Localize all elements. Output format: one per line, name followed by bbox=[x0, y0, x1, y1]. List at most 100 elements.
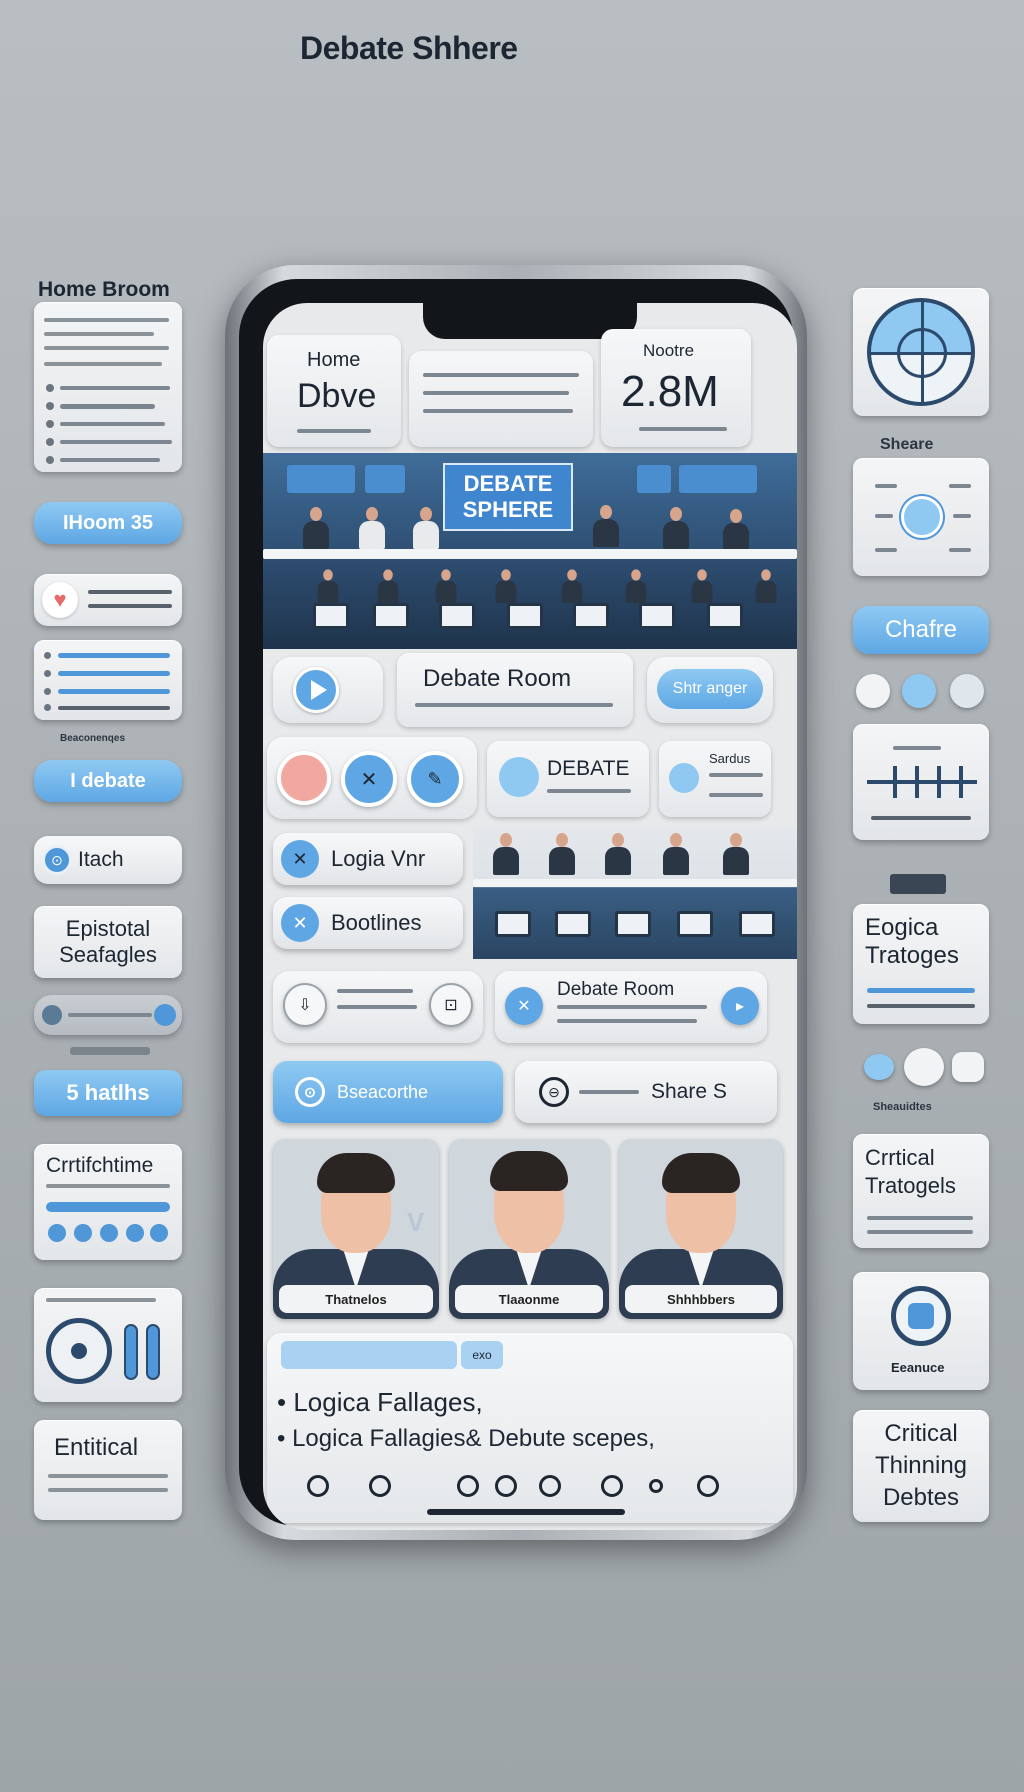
avatar-card-3[interactable]: Shhhbbers bbox=[619, 1139, 783, 1319]
logic-button[interactable]: ✕ Logia Vnr bbox=[273, 833, 463, 885]
left-critical-title: Crrtifchtime bbox=[46, 1154, 154, 1177]
right-camera-card[interactable]: Eeanuce bbox=[853, 1272, 989, 1390]
stat-tile[interactable]: Nootre 2.8M bbox=[601, 329, 751, 447]
debate-card[interactable]: DEBATE bbox=[487, 741, 649, 817]
stat-tile-value: 2.8M bbox=[621, 367, 719, 416]
debate-banner: DEBATE SPHERE bbox=[263, 453, 797, 649]
left-pill-debate[interactable]: I debate bbox=[34, 760, 182, 802]
left-entitical-card[interactable]: Entitical bbox=[34, 1420, 182, 1520]
play-tile[interactable] bbox=[273, 657, 383, 723]
right-label-2: Sheauidtes bbox=[873, 1101, 932, 1113]
right-thinking-card[interactable]: Critical Thinning Debtes bbox=[853, 1410, 989, 1522]
share-pill-tile[interactable]: Shtr anger bbox=[647, 657, 773, 723]
nav-icon-4[interactable] bbox=[495, 1475, 517, 1497]
nav-icon-3[interactable] bbox=[457, 1475, 479, 1497]
right-radar-card[interactable] bbox=[853, 288, 989, 416]
nav-icon-5[interactable] bbox=[539, 1475, 561, 1497]
avatar-card-2[interactable]: Tlaaonme bbox=[449, 1139, 609, 1319]
notes-panel: exo • Logica Fallages, • Logica Fallagie… bbox=[267, 1333, 793, 1523]
home-tile-title: Home bbox=[307, 349, 361, 371]
nav-icon-7[interactable] bbox=[649, 1479, 663, 1493]
mini-control-tile[interactable]: ⇩ ⊡ bbox=[273, 971, 483, 1043]
right-logic-title: Eogica Tratoges bbox=[865, 914, 959, 969]
debate-logo-icon bbox=[499, 757, 539, 797]
right-critical-title: Crrtical Tratogels bbox=[865, 1145, 956, 1198]
logic-icon: ✕ bbox=[281, 840, 319, 878]
share-icon: ⊖ bbox=[539, 1077, 569, 1107]
nav-icon-1[interactable] bbox=[307, 1475, 329, 1497]
left-strategies-card[interactable]: Epistotal Seafagles bbox=[34, 906, 182, 978]
page-title: Debate Shhere bbox=[300, 30, 518, 66]
right-thinking-title: Critical Thinning Debtes bbox=[874, 1420, 968, 1511]
share-action-button[interactable]: ⊖ Share S bbox=[515, 1061, 777, 1123]
radar-icon bbox=[867, 298, 975, 406]
debate-room-card-title: Debate Room bbox=[557, 979, 675, 1000]
debate-room-scene bbox=[473, 827, 797, 959]
right-dot-1[interactable] bbox=[856, 674, 890, 708]
right-timeline-card[interactable] bbox=[853, 724, 989, 840]
left-search-pill[interactable]: ⊙ Itach bbox=[34, 836, 182, 884]
bullet-2: • Logica Fallagies& Debute scepes, bbox=[277, 1425, 655, 1452]
right-icon-b[interactable] bbox=[904, 1048, 944, 1086]
browser-icon: ⊙ bbox=[295, 1077, 325, 1107]
home-tile[interactable]: Home Dbve bbox=[267, 335, 401, 447]
notes-tag[interactable] bbox=[281, 1341, 457, 1369]
bullet-1: • Logica Fallages, bbox=[277, 1387, 483, 1417]
download-icon[interactable]: ⇩ bbox=[283, 983, 327, 1027]
avatar-name-3: Shhhbbers bbox=[625, 1285, 777, 1313]
debate-side-label: Sardus bbox=[709, 751, 751, 766]
left-toggle-pill[interactable] bbox=[34, 995, 182, 1035]
left-entitical-title: Entitical bbox=[54, 1434, 139, 1461]
shield-icon: ✕ bbox=[505, 987, 543, 1025]
bootlines-button[interactable]: ✕ Bootlines bbox=[273, 897, 463, 949]
logic-label: Logia Vnr bbox=[331, 846, 426, 871]
left-control-card[interactable] bbox=[34, 1288, 182, 1402]
left-bars-card[interactable] bbox=[34, 640, 182, 720]
left-pill-paths[interactable]: 5 hatlhs bbox=[34, 1070, 182, 1116]
arrow-icon[interactable]: ▸ bbox=[721, 987, 759, 1025]
debate-side-card[interactable]: Sardus bbox=[659, 741, 771, 817]
right-dot-3[interactable] bbox=[950, 674, 984, 708]
phone-frame: Home Dbve Nootre 2.8M DEBATE SPHERE Deba… bbox=[225, 265, 807, 1540]
tools-button[interactable]: ✕ bbox=[341, 751, 397, 807]
record-button[interactable] bbox=[277, 751, 331, 805]
left-strategies-label: Epistotal Seafagles bbox=[59, 916, 157, 967]
phone-screen: Home Dbve Nootre 2.8M DEBATE SPHERE Deba… bbox=[263, 303, 797, 1530]
nav-icon-6[interactable] bbox=[601, 1475, 623, 1497]
right-icon-c[interactable] bbox=[952, 1052, 984, 1082]
blue-action-button[interactable]: ⊙ Bseacorthe bbox=[273, 1061, 503, 1123]
avatar-name-2: Tlaaonme bbox=[455, 1285, 603, 1313]
right-icon-a[interactable] bbox=[864, 1054, 894, 1080]
right-grid-card[interactable] bbox=[853, 458, 989, 576]
edit-button[interactable]: ✎ bbox=[407, 751, 463, 807]
toggle-knob-icon bbox=[154, 1004, 176, 1026]
right-logic-card[interactable]: Eogica Tratoges bbox=[853, 904, 989, 1024]
left-critical-card[interactable]: Crrtifchtime bbox=[34, 1144, 182, 1260]
search-icon: ⊙ bbox=[42, 845, 72, 875]
left-list-card[interactable] bbox=[34, 302, 182, 472]
nav-icon-2[interactable] bbox=[369, 1475, 391, 1497]
right-label-share: Sheare bbox=[880, 436, 934, 453]
summary-tile[interactable] bbox=[409, 351, 593, 447]
avatar-name-1: Thatnelos bbox=[279, 1285, 433, 1313]
home-tile-value: Dbve bbox=[297, 377, 377, 415]
left-section-label: Beaconenqes bbox=[60, 733, 126, 744]
debate-room-card[interactable]: ✕ Debate Room ▸ bbox=[495, 971, 767, 1043]
right-share-button[interactable]: Chafre bbox=[853, 606, 989, 654]
radio-icon bbox=[669, 763, 699, 793]
share-pill[interactable]: Shtr anger bbox=[657, 669, 763, 709]
right-critical-card[interactable]: Crrtical Tratogels bbox=[853, 1134, 989, 1248]
stop-icon[interactable]: ⊡ bbox=[429, 983, 473, 1027]
play-icon bbox=[293, 667, 339, 713]
banner-title: DEBATE SPHERE bbox=[443, 463, 573, 531]
bootlines-label: Bootlines bbox=[331, 910, 422, 935]
bootlines-icon: ✕ bbox=[281, 904, 319, 942]
nav-icon-8[interactable] bbox=[697, 1475, 719, 1497]
right-dot-2[interactable] bbox=[902, 674, 936, 708]
notes-chip[interactable]: exo bbox=[461, 1341, 503, 1369]
left-favorite-card[interactable]: ♥ bbox=[34, 574, 182, 626]
bullet-1-text: Logica Fallages, bbox=[293, 1387, 483, 1417]
debate-room-button[interactable]: Debate Room bbox=[397, 653, 633, 727]
left-pill-home[interactable]: IHoom 35 bbox=[34, 502, 182, 544]
right-camera-label: Eeanuce bbox=[891, 1360, 945, 1375]
